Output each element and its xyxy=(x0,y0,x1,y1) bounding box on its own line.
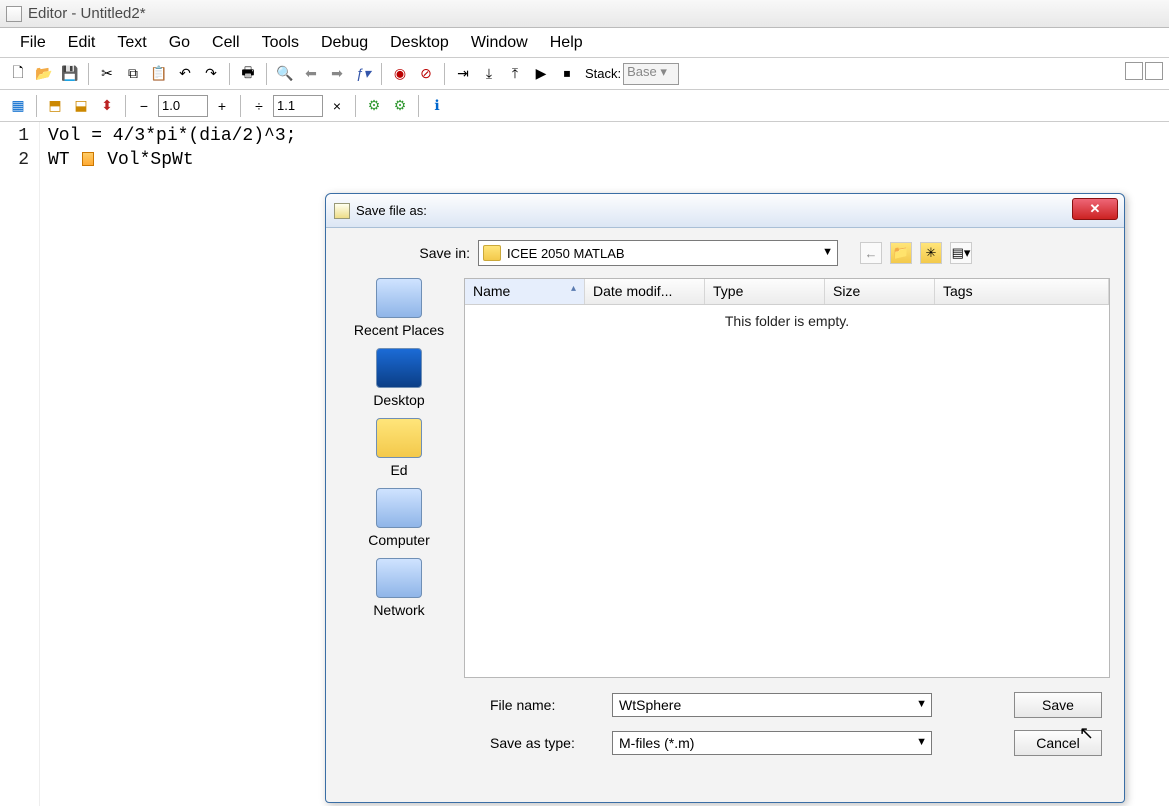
col-date[interactable]: Date modif... xyxy=(585,279,705,304)
new-folder-icon[interactable]: ✳ xyxy=(920,242,942,264)
step-out-icon[interactable]: ⤒ xyxy=(503,62,527,86)
step-in-icon[interactable]: ⤓ xyxy=(477,62,501,86)
menu-file[interactable]: File xyxy=(10,31,56,55)
cut-icon[interactable]: ✂ xyxy=(95,62,119,86)
divide-icon[interactable]: ÷ xyxy=(247,94,271,118)
tile-icon[interactable] xyxy=(1125,62,1143,80)
stack-label: Stack: xyxy=(585,66,621,81)
place-recent[interactable]: Recent Places xyxy=(340,278,458,338)
save-in-value: ICEE 2050 MATLAB xyxy=(507,246,625,261)
place-desktop[interactable]: Desktop xyxy=(340,348,458,408)
menu-cell[interactable]: Cell xyxy=(202,31,250,55)
place-computer[interactable]: Computer xyxy=(340,488,458,548)
editor-title: Editor - Untitled2* xyxy=(28,5,146,22)
line-gutter: 1 2 xyxy=(0,122,40,806)
stack-select[interactable]: Base ▾ xyxy=(623,63,679,85)
col-size[interactable]: Size xyxy=(825,279,935,304)
redo-icon[interactable]: ↷ xyxy=(199,62,223,86)
editor-titlebar: Editor - Untitled2* xyxy=(0,0,1169,28)
close-button[interactable]: ✕ xyxy=(1072,198,1118,220)
app-icon xyxy=(6,6,22,22)
toolbar-primary: 🗋 📂 💾 ✂ ⧉ 📋 ↶ ↷ 🖶 🔍 ⬅ ➡ ƒ▾ ◉ ⊘ ⇥ ⤓ ⤒ ▶ ⏹… xyxy=(0,58,1169,90)
menu-text[interactable]: Text xyxy=(107,31,156,55)
savetype-dropdown[interactable]: M-files (*.m)▼ xyxy=(612,731,932,755)
line-num: 1 xyxy=(0,124,39,148)
save-button[interactable]: Save xyxy=(1014,692,1102,718)
menu-help[interactable]: Help xyxy=(540,31,593,55)
dialog-titlebar: Save file as: ✕ xyxy=(326,194,1124,228)
find-icon[interactable]: 🔍 xyxy=(273,62,297,86)
forward-icon[interactable]: ➡ xyxy=(325,62,349,86)
publish-settings-icon[interactable]: ⚙ xyxy=(388,94,412,118)
col-type[interactable]: Type xyxy=(705,279,825,304)
fx-icon[interactable]: ƒ▾ xyxy=(351,62,375,86)
open-file-icon[interactable]: 📂 xyxy=(32,62,56,86)
up-folder-icon[interactable]: 📁 xyxy=(890,242,912,264)
menubar: File Edit Text Go Cell Tools Debug Deskt… xyxy=(0,28,1169,58)
filename-input[interactable]: WtSphere▼ xyxy=(612,693,932,717)
minus-icon[interactable]: − xyxy=(132,94,156,118)
copy-icon[interactable]: ⧉ xyxy=(121,62,145,86)
save-icon[interactable]: 💾 xyxy=(58,62,82,86)
continue-icon[interactable]: ▶ xyxy=(529,62,553,86)
split-icon[interactable] xyxy=(1145,62,1163,80)
file-list[interactable]: Name Date modif... Type Size Tags This f… xyxy=(464,278,1110,678)
chevron-down-icon: ▼ xyxy=(822,246,833,258)
filename-label: File name: xyxy=(490,697,600,713)
back-icon[interactable]: ⬅ xyxy=(299,62,323,86)
paste-icon[interactable]: 📋 xyxy=(147,62,171,86)
chevron-down-icon: ▼ xyxy=(916,736,927,748)
dialog-icon xyxy=(334,203,350,219)
menu-edit[interactable]: Edit xyxy=(58,31,106,55)
savetype-label: Save as type: xyxy=(490,735,600,751)
menu-window[interactable]: Window xyxy=(461,31,538,55)
place-network[interactable]: Network xyxy=(340,558,458,618)
publish-icon[interactable]: ⚙ xyxy=(362,94,386,118)
decrement-value-input[interactable] xyxy=(158,95,208,117)
file-list-header: Name Date modif... Type Size Tags xyxy=(465,279,1109,305)
place-ed[interactable]: Ed xyxy=(340,418,458,478)
menu-desktop[interactable]: Desktop xyxy=(380,31,459,55)
save-in-dropdown[interactable]: ICEE 2050 MATLAB ▼ xyxy=(478,240,838,266)
menu-go[interactable]: Go xyxy=(159,31,200,55)
print-icon[interactable]: 🖶 xyxy=(236,62,260,86)
places-sidebar: Recent Places Desktop Ed Computer Networ… xyxy=(340,278,458,678)
warning-mark-icon[interactable] xyxy=(82,152,94,166)
stop-icon[interactable]: ⏹ xyxy=(555,62,579,86)
breakpoint-clear-icon[interactable]: ⊘ xyxy=(414,62,438,86)
times-icon[interactable]: × xyxy=(325,94,349,118)
breakpoint-set-icon[interactable]: ◉ xyxy=(388,62,412,86)
empty-folder-text: This folder is empty. xyxy=(465,305,1109,677)
line-num: 2 xyxy=(0,148,39,172)
col-name[interactable]: Name xyxy=(465,279,585,304)
back-nav-icon[interactable]: ← xyxy=(860,242,882,264)
eval-cell-icon[interactable]: ⬍ xyxy=(95,94,119,118)
save-dialog: Save file as: ✕ Save in: ICEE 2050 MATLA… xyxy=(325,193,1125,803)
info-icon[interactable]: ℹ xyxy=(425,94,449,118)
new-file-icon[interactable]: 🗋 xyxy=(6,62,30,86)
save-in-label: Save in: xyxy=(410,245,470,261)
cancel-button[interactable]: Cancel xyxy=(1014,730,1102,756)
view-menu-icon[interactable]: ▤▾ xyxy=(950,242,972,264)
insert-cell-below-icon[interactable]: ⬓ xyxy=(69,94,93,118)
layout-controls xyxy=(1125,62,1163,80)
menu-tools[interactable]: Tools xyxy=(252,31,309,55)
step-icon[interactable]: ⇥ xyxy=(451,62,475,86)
toolbar-cell: ▦ ⬒ ⬓ ⬍ − + ÷ × ⚙ ⚙ ℹ xyxy=(0,90,1169,122)
col-tags[interactable]: Tags xyxy=(935,279,1109,304)
cell-mode-icon[interactable]: ▦ xyxy=(6,94,30,118)
plus-icon[interactable]: + xyxy=(210,94,234,118)
insert-cell-above-icon[interactable]: ⬒ xyxy=(43,94,67,118)
menu-debug[interactable]: Debug xyxy=(311,31,378,55)
folder-icon xyxy=(483,245,501,261)
multiply-value-input[interactable] xyxy=(273,95,323,117)
dialog-title: Save file as: xyxy=(356,203,427,218)
chevron-down-icon: ▼ xyxy=(916,698,927,710)
undo-icon[interactable]: ↶ xyxy=(173,62,197,86)
